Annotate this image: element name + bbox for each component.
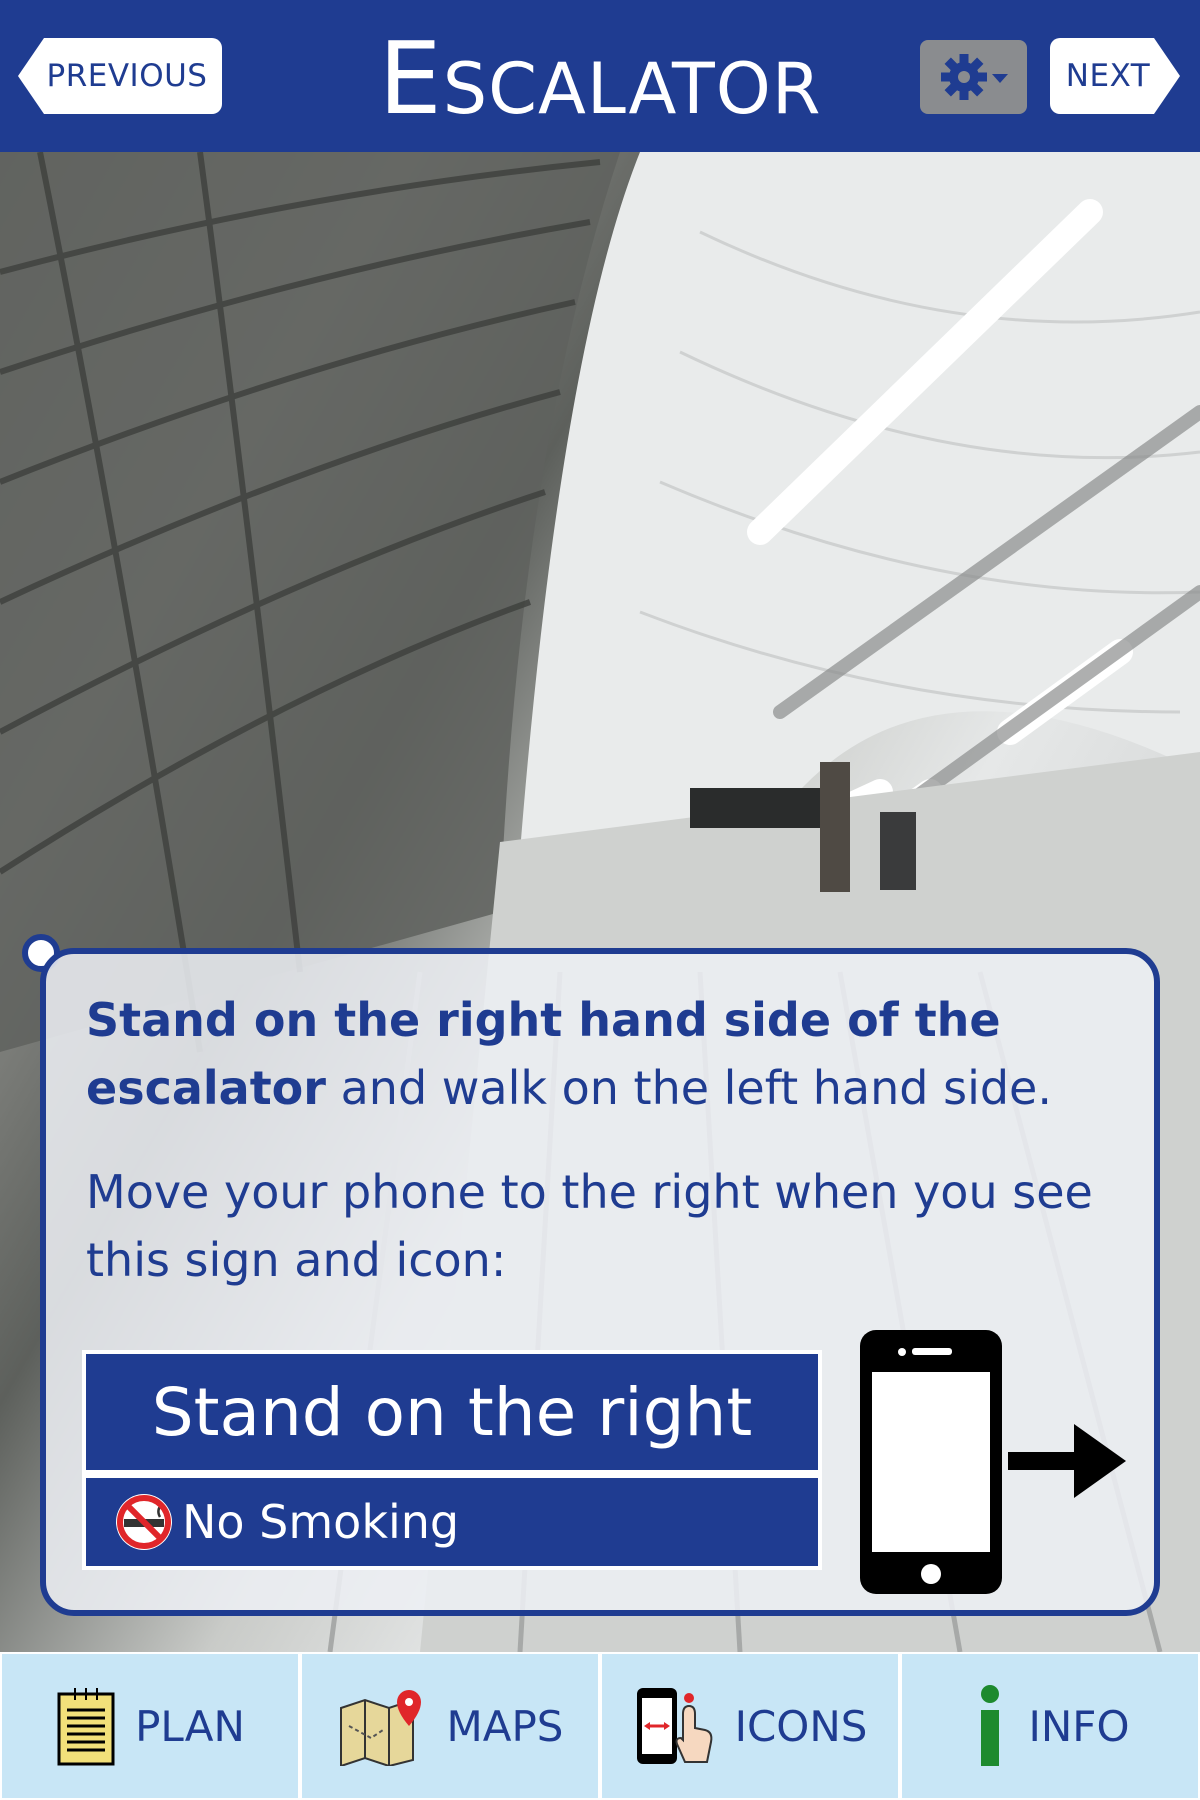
settings-button[interactable] — [920, 40, 1027, 114]
previous-button[interactable]: PREVIOUS — [18, 38, 222, 114]
header-bar: PREVIOUS Escalator NEXT — [0, 0, 1200, 152]
tab-maps[interactable]: MAPS — [302, 1654, 598, 1798]
tab-maps-label: MAPS — [446, 1701, 564, 1751]
no-smoking-icon — [116, 1494, 172, 1550]
next-button-label: NEXT — [1065, 58, 1151, 94]
tab-info[interactable]: INFO — [902, 1654, 1198, 1798]
tab-plan-label: PLAN — [135, 1701, 245, 1751]
phone-icon — [860, 1330, 1002, 1594]
phone-gesture-icon — [636, 1688, 712, 1764]
sign-main-text: Stand on the right — [86, 1354, 818, 1470]
instruction-panel: Stand on the right hand side of the esca… — [40, 948, 1160, 1616]
tab-icons-label: ICONS — [734, 1701, 868, 1751]
tab-icons[interactable]: ICONS — [602, 1654, 898, 1798]
arrow-right-icon — [1008, 1424, 1126, 1498]
page-title: Escalator — [378, 20, 822, 137]
chevron-down-icon — [991, 74, 1008, 83]
previous-button-label: PREVIOUS — [46, 58, 208, 94]
gear-icon — [940, 54, 1008, 100]
map-icon — [339, 1690, 421, 1766]
bottom-tab-bar: PLAN MAPS ICONS INFO — [0, 1652, 1200, 1800]
instruction-paragraph-1: Stand on the right hand side of the esca… — [86, 986, 1146, 1122]
info-icon — [981, 1685, 1000, 1766]
instruction-paragraph-2: Move your phone to the right when you se… — [86, 1165, 1093, 1287]
notepad-icon — [57, 1688, 115, 1766]
instruction-text: Stand on the right hand side of the esca… — [86, 986, 1146, 1330]
instruction-rest: and walk on the left hand side. — [325, 1061, 1052, 1115]
tab-plan[interactable]: PLAN — [2, 1654, 298, 1798]
sign-secondary-text: No Smoking — [182, 1495, 460, 1549]
escalator-sign: Stand on the right No Smoking — [82, 1350, 822, 1570]
tab-info-label: INFO — [1028, 1701, 1130, 1751]
sign-secondary-row: No Smoking — [86, 1478, 818, 1566]
next-button[interactable]: NEXT — [1050, 38, 1180, 114]
